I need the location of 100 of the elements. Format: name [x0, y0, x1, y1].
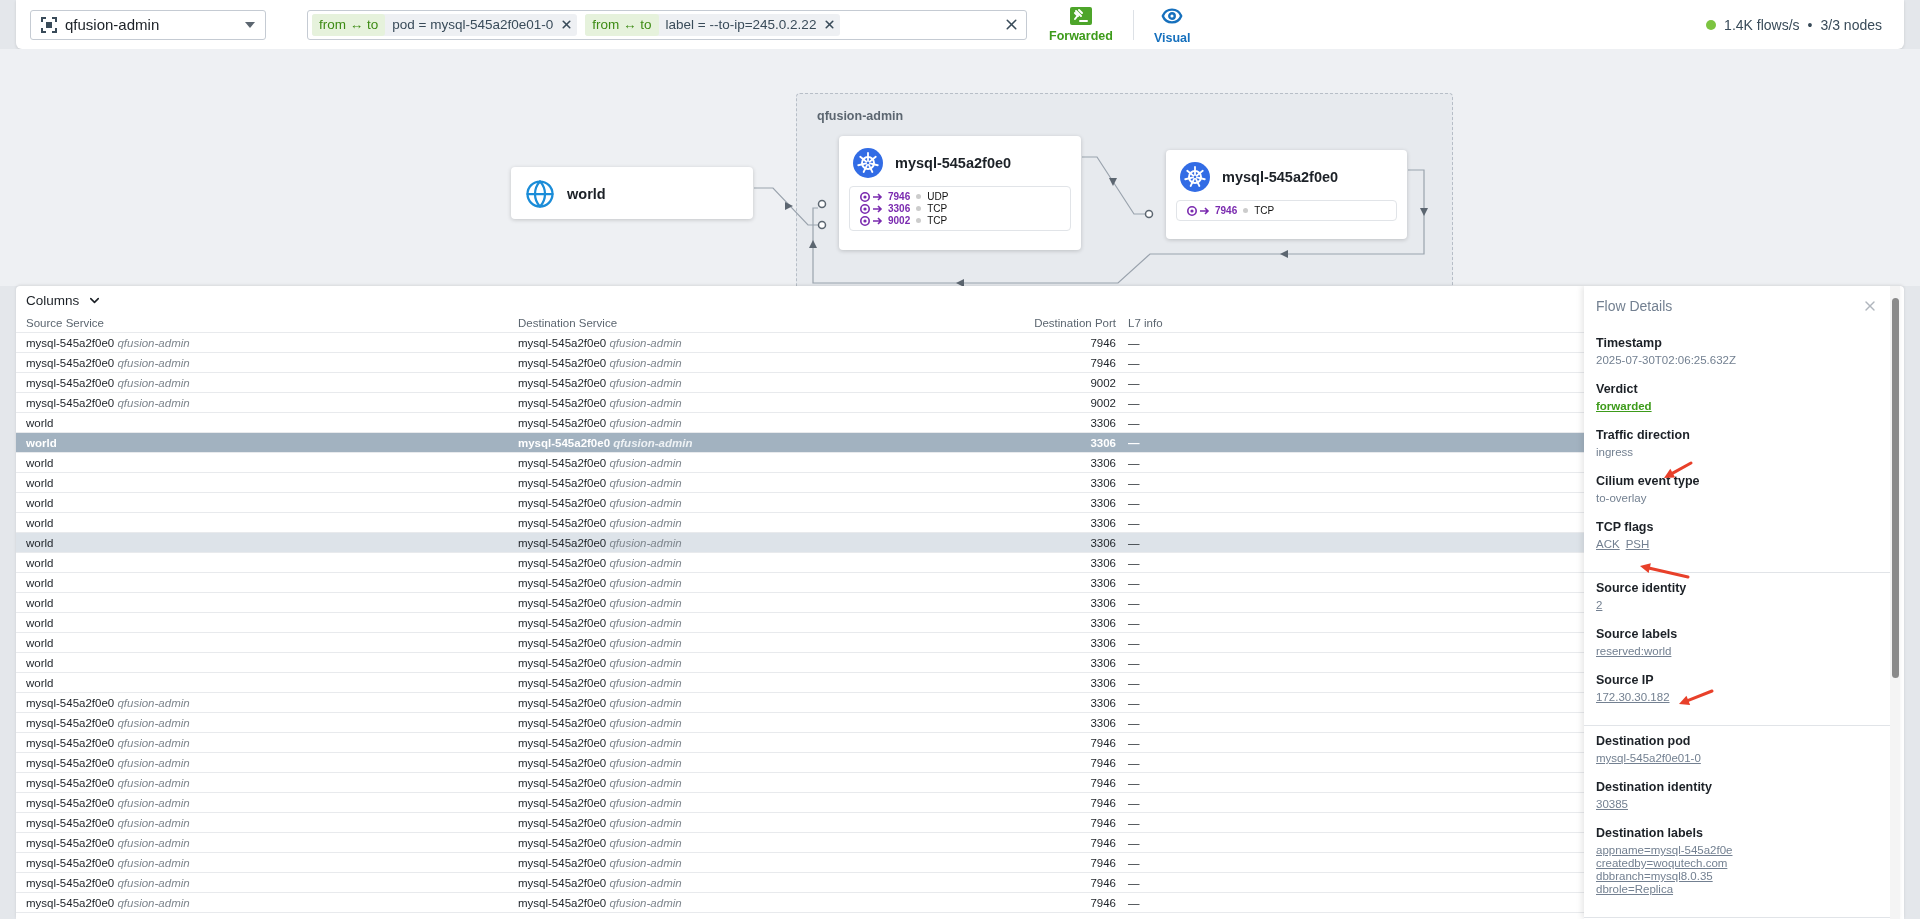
flow-row[interactable]: world mysql-545a2f0e0 qfusion-admin 3306 — — [16, 593, 1584, 613]
service-node[interactable]: mysql-545a2f0e0 7946 UDP 3306 TCP 9002 TCP — [839, 136, 1081, 250]
table-cell-text: world — [26, 456, 55, 469]
detail-link[interactable]: dbbranch=mysql8.0.35 — [1596, 870, 1878, 882]
detail-link[interactable]: dbrole=Replica — [1596, 883, 1878, 895]
table-cell-text: — — [1128, 696, 1141, 709]
flow-row[interactable]: mysql-545a2f0e0 qfusion-admin mysql-545a2f0e0 qfusion-admin 7946 — — [16, 333, 1584, 353]
flow-row[interactable]: world mysql-545a2f0e0 qfusion-admin 3306 — — [16, 533, 1584, 553]
flow-row[interactable]: mysql-545a2f0e0 qfusion-admin mysql-545a2f0e0 qfusion-admin 7946 — — [16, 873, 1584, 893]
table-cell-text: mysql-545a2f0e0 qfusion-admin — [518, 896, 683, 909]
table-cell-text: 3306 — [1089, 436, 1117, 449]
table-cell-text: world — [26, 476, 55, 489]
flow-row[interactable]: world mysql-545a2f0e0 qfusion-admin 3306 — — [16, 613, 1584, 633]
port-number: 7946 — [888, 191, 911, 202]
field-label: Verdict — [1596, 382, 1639, 396]
table-cell-text: mysql-545a2f0e0 qfusion-admin — [26, 396, 191, 409]
flow-row[interactable]: mysql-545a2f0e0 qfusion-admin mysql-545a2f0e0 qfusion-admin 7946 — — [16, 353, 1584, 373]
namespace-select[interactable]: qfusion-admin — [30, 9, 266, 40]
flow-row[interactable]: mysql-545a2f0e0 qfusion-admin mysql-545a2f0e0 qfusion-admin 9002 — — [16, 373, 1584, 393]
table-cell-text: mysql-545a2f0e0 qfusion-admin — [26, 876, 191, 889]
table-cell-text: mysql-545a2f0e0 qfusion-admin — [518, 536, 683, 549]
flow-row[interactable]: mysql-545a2f0e0 qfusion-admin mysql-545a2f0e0 qfusion-admin 7946 — — [16, 733, 1584, 753]
flow-row[interactable]: mysql-545a2f0e0 qfusion-admin mysql-545a2f0e0 qfusion-admin 9002 — — [16, 393, 1584, 413]
table-cell-text: mysql-545a2f0e0 qfusion-admin — [518, 696, 683, 709]
table-cell-text: — — [1128, 496, 1141, 509]
flow-row[interactable]: mysql-545a2f0e0 qfusion-admin mysql-545a2f0e0 qfusion-admin 3306 — — [16, 713, 1584, 733]
port-arrow-icon — [860, 203, 884, 214]
table-cell-text: mysql-545a2f0e0 qfusion-admin — [518, 836, 683, 849]
table-cell-text: 3306 — [1089, 416, 1117, 429]
service-node[interactable]: mysql-545a2f0e0 7946 TCP — [1166, 150, 1407, 239]
port-number: 9002 — [888, 215, 911, 226]
column-header[interactable]: Source Service — [26, 316, 518, 329]
table-cell-text: world — [26, 416, 55, 429]
detail-link[interactable]: ACK — [1596, 538, 1620, 550]
column-header[interactable]: L7 info — [1128, 316, 1584, 329]
node-count: 3/3 nodes — [1820, 16, 1882, 33]
flow-row[interactable]: world mysql-545a2f0e0 qfusion-admin 3306 — — [16, 673, 1584, 693]
flow-row[interactable]: mysql-545a2f0e0 qfusion-admin mysql-545a2f0e0 qfusion-admin 3306 — — [16, 693, 1584, 713]
detail-link[interactable]: createdby=woqutech.com — [1596, 857, 1878, 869]
table-cell-text: — — [1128, 716, 1141, 729]
filter-field[interactable]: from ↔ to pod = mysql-545a2f0e01-0 from ↔ to label = --to-ip=245.0.2.22 — [307, 9, 1027, 40]
edge-arrowhead — [1109, 178, 1117, 186]
verdict-link[interactable]: forwarded — [1596, 400, 1652, 412]
visual-button[interactable]: Visual — [1145, 4, 1199, 45]
flow-row[interactable]: world mysql-545a2f0e0 qfusion-admin 3306 — — [16, 633, 1584, 653]
flow-row[interactable]: world mysql-545a2f0e0 qfusion-admin 3306 — — [16, 573, 1584, 593]
filter-tag[interactable]: from ↔ to pod = mysql-545a2f0e01-0 — [312, 13, 578, 36]
table-cell-text: mysql-545a2f0e0 qfusion-admin — [518, 596, 683, 609]
detail-link[interactable]: reserved:world — [1596, 645, 1672, 657]
separator: • — [1807, 16, 1813, 33]
flow-row[interactable]: world mysql-545a2f0e0 qfusion-admin 3306 — — [16, 453, 1584, 473]
table-cell-text: mysql-545a2f0e0 qfusion-admin — [518, 676, 683, 689]
table-cell-text: mysql-545a2f0e0 qfusion-admin — [518, 436, 694, 449]
table-cell-text: 7946 — [1089, 756, 1117, 769]
port-dot — [817, 220, 827, 230]
flow-row[interactable]: world mysql-545a2f0e0 qfusion-admin 3306 — — [16, 653, 1584, 673]
field-label: Source IP — [1596, 673, 1655, 687]
flow-row[interactable]: mysql-545a2f0e0 qfusion-admin mysql-545a2f0e0 qfusion-admin 7946 — — [16, 773, 1584, 793]
column-header[interactable]: Destination Service — [518, 316, 918, 329]
detail-link[interactable]: PSH — [1625, 538, 1650, 550]
table-cell-text: — — [1128, 436, 1141, 449]
table-cell-text: world — [26, 596, 55, 609]
columns-button[interactable]: Columns — [16, 286, 113, 313]
flow-row[interactable]: mysql-545a2f0e0 qfusion-admin mysql-545a2f0e0 qfusion-admin 7946 — — [16, 833, 1584, 853]
table-cell-text: 7946 — [1089, 796, 1117, 809]
flow-row[interactable]: mysql-545a2f0e0 qfusion-admin mysql-545a2f0e0 qfusion-admin 7946 — — [16, 853, 1584, 873]
flow-row[interactable]: world mysql-545a2f0e0 qfusion-admin 3306 — — [16, 473, 1584, 493]
table-cell-text: 7946 — [1089, 896, 1117, 909]
detail-link[interactable]: 30385 — [1596, 798, 1628, 810]
table-cell-text: mysql-545a2f0e0 qfusion-admin — [518, 356, 683, 369]
table-cell-text: — — [1128, 336, 1141, 349]
flow-row[interactable]: mysql-545a2f0e0 qfusion-admin mysql-545a2f0e0 qfusion-admin 7946 — — [16, 753, 1584, 773]
table-cell-text: mysql-545a2f0e0 qfusion-admin — [518, 796, 683, 809]
table-cell-text: 9002 — [1089, 376, 1117, 389]
edge-arrowhead — [1280, 250, 1288, 258]
table-cell-text: 3306 — [1089, 556, 1117, 569]
edge-arrowhead — [809, 240, 817, 248]
flow-row[interactable]: world mysql-545a2f0e0 qfusion-admin 3306 — — [16, 553, 1584, 573]
flow-row[interactable]: mysql-545a2f0e0 qfusion-admin mysql-545a2f0e0 qfusion-admin 7946 — — [16, 793, 1584, 813]
flow-row[interactable]: mysql-545a2f0e0 qfusion-admin mysql-545a2f0e0 qfusion-admin 7946 — — [16, 813, 1584, 833]
table-cell-text: 7946 — [1089, 356, 1117, 369]
filter-tag[interactable]: from ↔ to label = --to-ip=245.0.2.22 — [585, 13, 841, 36]
scrollbar[interactable] — [1890, 286, 1900, 919]
table-cell-text: 7946 — [1089, 836, 1117, 849]
table-cell-text: — — [1128, 456, 1141, 469]
table-cell-text: mysql-545a2f0e0 qfusion-admin — [26, 836, 191, 849]
table-cell-text: world — [26, 576, 55, 589]
detail-link[interactable]: appname=mysql-545a2f0e — [1596, 844, 1878, 856]
detail-link[interactable]: mysql-545a2f0e01-0 — [1596, 752, 1701, 764]
table-cell-text: — — [1128, 536, 1141, 549]
flow-row[interactable]: world mysql-545a2f0e0 qfusion-admin 3306 — — [16, 493, 1584, 513]
table-cell-text: mysql-545a2f0e0 qfusion-admin — [26, 716, 191, 729]
service-node[interactable]: world — [511, 167, 753, 219]
table-cell-text: mysql-545a2f0e0 qfusion-admin — [26, 376, 191, 389]
table-cell-text: 3306 — [1089, 516, 1117, 529]
detail-link[interactable]: 2 — [1596, 599, 1603, 611]
flow-row[interactable]: mysql-545a2f0e0 qfusion-admin mysql-545a2f0e0 qfusion-admin 7946 — — [16, 893, 1584, 913]
column-header[interactable]: Destination Port — [918, 316, 1128, 329]
forwarded-filter-button[interactable]: Forwarded — [1041, 6, 1121, 43]
detail-link[interactable]: 172.30.30.182 — [1596, 691, 1670, 703]
